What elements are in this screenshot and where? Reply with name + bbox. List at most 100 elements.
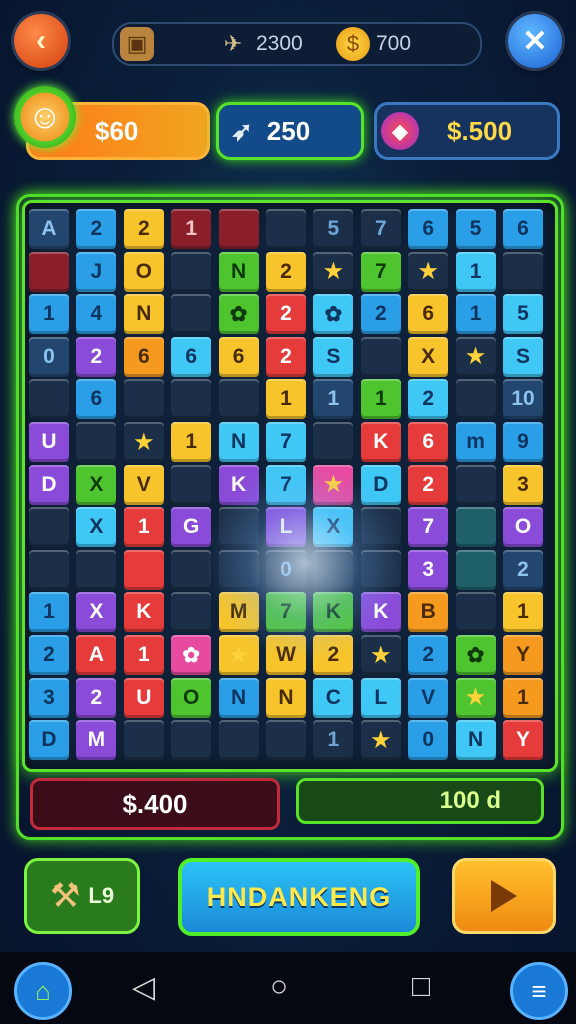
board-tile[interactable]	[76, 422, 117, 462]
board-tile[interactable]: N	[218, 251, 259, 292]
board-tile[interactable]: 2	[503, 549, 543, 590]
board-tile[interactable]: 5	[455, 209, 496, 249]
board-tile[interactable]	[218, 720, 259, 761]
board-tile[interactable]	[171, 294, 212, 335]
board-tile[interactable]: 3	[408, 549, 449, 590]
board-tile[interactable]: B	[408, 592, 449, 633]
star-tile[interactable]: ★	[123, 422, 164, 462]
board-tile[interactable]: 2	[266, 336, 306, 377]
board-tile[interactable]: 2	[76, 209, 117, 249]
board-tile[interactable]: K	[360, 592, 401, 633]
board-tile[interactable]: K	[313, 592, 354, 633]
board-tile[interactable]	[218, 379, 259, 420]
board-tile[interactable]: A	[76, 635, 117, 675]
board-tile[interactable]: L	[266, 507, 306, 548]
star-tile[interactable]: ★	[360, 720, 401, 761]
board-tile[interactable]: A	[29, 209, 69, 249]
board-tile[interactable]: 5	[503, 294, 543, 335]
board-tile[interactable]: 1	[266, 379, 306, 420]
board-tile[interactable]: 2	[408, 379, 449, 420]
board-tile[interactable]	[76, 549, 117, 590]
board-tile[interactable]: U	[29, 422, 69, 462]
board-tile[interactable]: Y	[503, 720, 543, 761]
board-tile[interactable]: 2	[123, 209, 164, 249]
board-tile[interactable]: 6	[171, 336, 212, 377]
board-tile[interactable]: C	[313, 677, 354, 718]
board-tile[interactable]: O	[503, 507, 543, 548]
board-tile[interactable]: 3	[29, 677, 69, 718]
board-tile[interactable]	[171, 251, 212, 292]
board-tile[interactable]	[455, 379, 496, 420]
star-tile[interactable]: ★	[455, 677, 496, 718]
board-tile[interactable]: 2	[76, 677, 117, 718]
board-tile[interactable]: 2	[408, 464, 449, 505]
board-tile[interactable]: 1	[171, 209, 212, 249]
board-tile[interactable]: D	[29, 720, 69, 761]
board-tile[interactable]: 7	[266, 464, 306, 505]
board-tile[interactable]: 9	[503, 422, 543, 462]
board-tile[interactable]: S	[313, 336, 354, 377]
board-tile[interactable]: N	[218, 422, 259, 462]
board-tile[interactable]	[29, 379, 69, 420]
board-tile[interactable]	[171, 592, 212, 633]
board-tile[interactable]: X	[313, 507, 354, 548]
board-tile[interactable]: 1	[171, 422, 212, 462]
board-tile[interactable]	[266, 209, 306, 249]
board-tile[interactable]: M	[218, 592, 259, 633]
board-tile[interactable]: N	[123, 294, 164, 335]
board-tile[interactable]: 6	[218, 336, 259, 377]
board-tile[interactable]: 7	[266, 422, 306, 462]
board-tile[interactable]	[171, 720, 212, 761]
board-tile[interactable]: X	[408, 336, 449, 377]
board-tile[interactable]	[29, 507, 69, 548]
board-tile[interactable]: W	[266, 635, 306, 675]
star-tile[interactable]: ★	[408, 251, 449, 292]
board-tile[interactable]	[123, 379, 164, 420]
play-button[interactable]	[452, 858, 556, 934]
home-button[interactable]: ⌂	[14, 962, 72, 1020]
board-tile[interactable]	[171, 379, 212, 420]
board-tile[interactable]	[313, 549, 354, 590]
board-tile[interactable]: 2	[313, 635, 354, 675]
board-tile[interactable]: 1	[123, 507, 164, 548]
board-tile[interactable]: 1	[455, 251, 496, 292]
board-tile[interactable]	[29, 251, 69, 292]
board-tile[interactable]: 1	[123, 635, 164, 675]
board-tile[interactable]: 7	[360, 209, 401, 249]
board-tile[interactable]: 1	[503, 677, 543, 718]
board-tile[interactable]: O	[171, 677, 212, 718]
board-tile[interactable]: ✿	[313, 294, 354, 335]
tool-button[interactable]: ⚒ L9	[24, 858, 140, 934]
board-tile[interactable]: O	[123, 251, 164, 292]
board-tile[interactable]	[123, 549, 164, 590]
board-tile[interactable]	[360, 549, 401, 590]
nav-recents-icon[interactable]: □	[412, 970, 430, 1004]
board-tile[interactable]: 2	[408, 635, 449, 675]
board-tile[interactable]: 6	[408, 422, 449, 462]
board-tile[interactable]: 1	[29, 294, 69, 335]
board-tile[interactable]: V	[123, 464, 164, 505]
board-tile[interactable]: 1	[360, 379, 401, 420]
board-tile[interactable]: S	[503, 336, 543, 377]
board-tile[interactable]: D	[360, 464, 401, 505]
board-tile[interactable]	[171, 549, 212, 590]
board-tile[interactable]: X	[76, 507, 117, 548]
board-tile[interactable]: ✿	[171, 635, 212, 675]
star-tile[interactable]: ★	[313, 251, 354, 292]
board-tile[interactable]: 7	[360, 251, 401, 292]
board-tile[interactable]: 3	[503, 464, 543, 505]
board-tile[interactable]: K	[218, 464, 259, 505]
board-tile[interactable]: ✿	[218, 294, 259, 335]
board-tile[interactable]: U	[123, 677, 164, 718]
board-tile[interactable]: 2	[266, 251, 306, 292]
board-tile[interactable]: 10	[503, 379, 543, 420]
star-tile[interactable]: ★	[313, 464, 354, 505]
menu-button[interactable]: ≡	[510, 962, 568, 1020]
board-tile[interactable]: D	[29, 464, 69, 505]
board-tile[interactable]: K	[123, 592, 164, 633]
board-tile[interactable]	[218, 507, 259, 548]
star-tile[interactable]: ★	[360, 635, 401, 675]
board-tile[interactable]	[360, 507, 401, 548]
board-tile[interactable]: 6	[123, 336, 164, 377]
board-tile[interactable]: K	[360, 422, 401, 462]
